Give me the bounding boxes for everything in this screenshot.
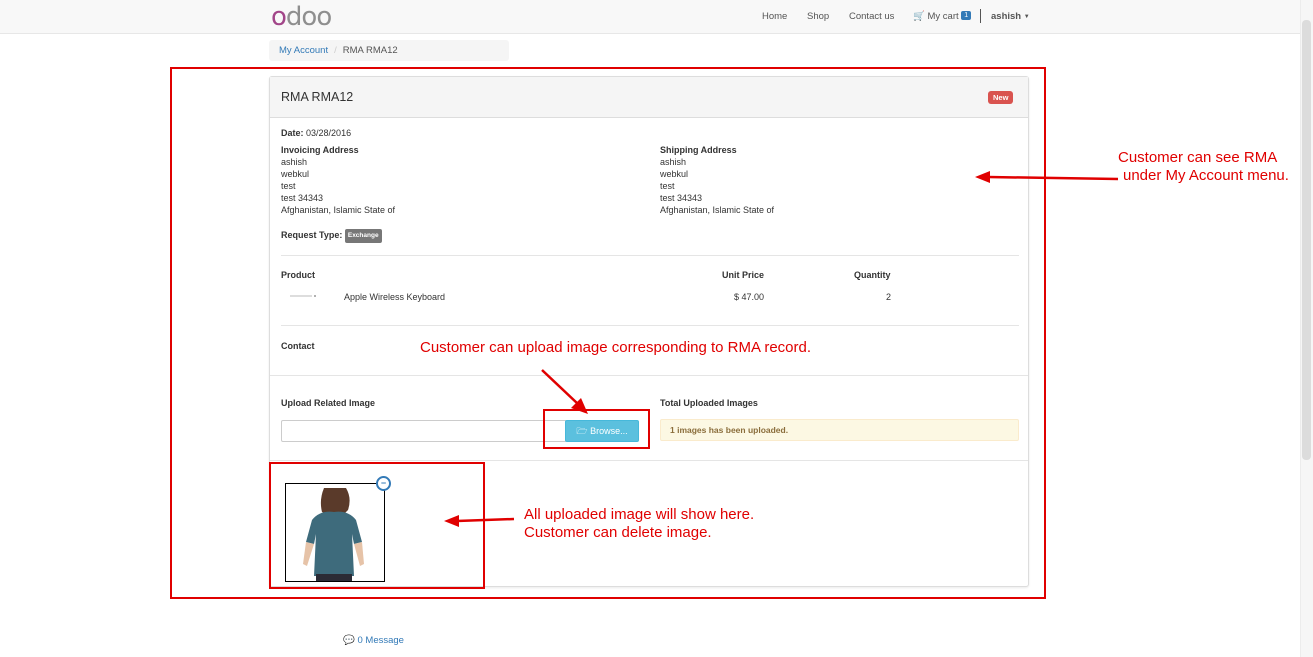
arrow-account-head [975, 171, 990, 183]
arrow-gallery-head [444, 515, 459, 527]
annotation-arrows [444, 171, 1119, 527]
arrow-upload [541, 369, 579, 405]
arrow-account [987, 175, 1119, 181]
arrow-gallery [456, 517, 515, 523]
